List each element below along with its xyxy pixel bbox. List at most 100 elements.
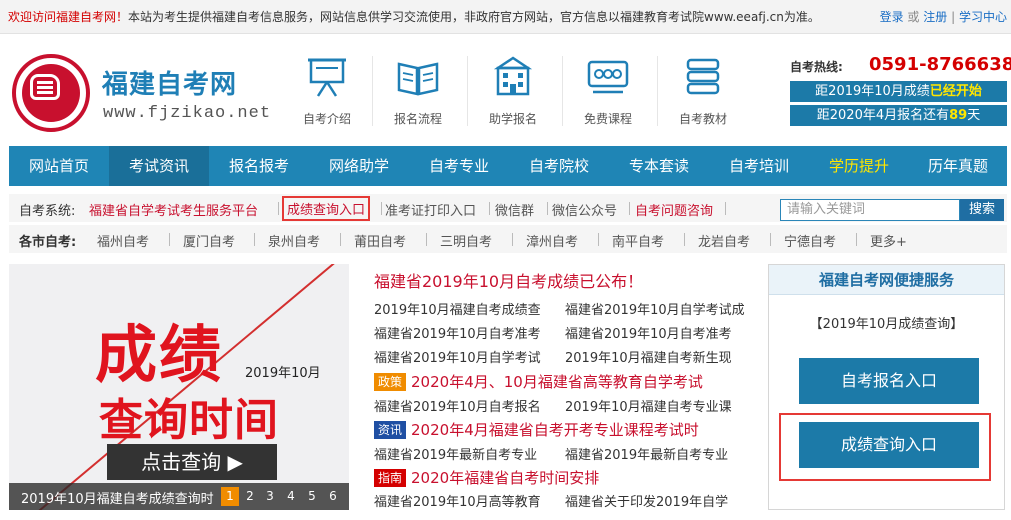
news-item[interactable]: 福建省2019年10月自学考试成 [565,299,745,318]
hotline-number: 0591-87666380 [869,54,1011,75]
news-item[interactable]: 福建省关于印发2019年自学 [565,491,745,510]
fist-icon [30,74,60,100]
wechat-official-link[interactable]: 微信公众号 [552,200,617,219]
site-name[interactable]: 福建自考网 [102,64,237,101]
nav-online-assist[interactable]: 网络助学 [309,146,409,186]
link-divider [169,233,170,246]
city-link-fuzhou[interactable]: 福州自考 [97,231,149,250]
score-query-entry-button[interactable]: 成绩查询入口 [799,422,979,468]
candidate-platform-link[interactable]: 福建省自学考试考生服务平台 [89,200,258,219]
countdown-text: 距2020年4月报名还有 [816,108,950,123]
quick-link-free-course[interactable]: 免费课程 [562,52,654,132]
slide-dot-4[interactable]: 4 [282,487,300,506]
site-logo-seal[interactable] [12,54,90,132]
city-link-more[interactable]: 更多+ [870,231,907,250]
score-query-banner[interactable]: 成绩 2019年10月 查询时间 点击查询 ▶ 2019年10月福建自考成绩查询… [9,264,349,510]
slide-dot-3[interactable]: 3 [261,487,279,506]
link-divider [856,233,857,246]
quick-link-process[interactable]: 报名流程 [372,52,464,132]
city-link-sanming[interactable]: 三明自考 [440,231,492,250]
book-stack-icon [686,58,720,95]
news-headline[interactable]: 福建省2019年10月自考成绩已公布！ [374,268,643,292]
quick-link-textbook[interactable]: 自考教材 [657,52,749,132]
news-item[interactable]: 2019年10月福建自考新生现 [565,347,745,366]
nav-majors[interactable]: 自考专业 [409,146,509,186]
nav-past-papers[interactable]: 历年真题 [909,146,1007,186]
nav-registration[interactable]: 报名报考 [209,146,309,186]
or-text: 或 [907,10,920,24]
quick-link-enroll[interactable]: 助学报名 [467,52,559,132]
site-notice: 欢迎访问福建自考网！本站为考生提供福建自考信息服务，网站信息供学习交流使用，非政… [8,8,820,25]
quick-service-panel: 福建自考网便捷服务 【2019年10月成绩查询】 自考报名入口 成绩查询入口 [768,264,1005,510]
banner-caption-bar: 2019年10月福建自考成绩查询时 1 2 3 4 5 6 [9,483,349,510]
school-building-icon [493,56,533,96]
welcome-text: 欢迎访问福建自考网！ [8,10,129,24]
link-divider [512,233,513,246]
countdown-text: 距2019年10月成绩 [815,84,930,99]
study-center-link[interactable]: 学习中心 [959,10,1007,24]
info-headline[interactable]: 资讯 2020年4月福建省自考开考专业课程考试时 [374,419,699,440]
open-book-icon [397,62,439,96]
consultation-link[interactable]: 自考问题咨询 [635,200,713,219]
easel-icon [308,58,346,97]
news-item[interactable]: 福建省2019年最新自考专业 [565,444,745,463]
registration-countdown: 距2020年4月报名还有89天 [790,105,1007,126]
score-query-link[interactable]: 成绩查询入口 [282,196,371,221]
link-divider [770,233,771,246]
city-link-longyan[interactable]: 龙岩自考 [698,231,750,250]
news-item[interactable]: 2019年10月福建自考专业课 [565,396,745,415]
guide-tag: 指南 [374,469,407,487]
link-divider [340,233,341,246]
quick-link-label: 自考教材 [678,112,727,126]
city-link-quanzhou[interactable]: 泉州自考 [268,231,320,250]
banner-caption: 2019年10月福建自考成绩查询时 [21,492,214,507]
system-label: 自考系统: [19,204,76,219]
banner-cta-button[interactable]: 点击查询 ▶ [107,444,277,480]
guide-headline[interactable]: 指南 2020年福建省自考时间安排 [374,467,599,488]
news-item[interactable]: 福建省2019年10月自考准考 [565,323,745,342]
admission-ticket-link[interactable]: 准考证打印入口 [385,200,476,219]
quick-link-label: 免费课程 [583,112,632,126]
city-links-row: 各市自考: 福州自考 厦门自考 泉州自考 莆田自考 三明自考 漳州自考 南平自考… [9,225,1007,253]
search-button[interactable]: 搜索 [960,199,1004,221]
quick-link-intro[interactable]: 自考介绍 [281,52,373,132]
link-divider: | [951,10,956,24]
site-url: www.fjzikao.net [103,104,272,123]
nav-home[interactable]: 网站首页 [9,146,109,186]
nav-colleges[interactable]: 自考院校 [509,146,609,186]
city-link-ningde[interactable]: 宁德自考 [784,231,836,250]
slide-dot-6[interactable]: 6 [324,487,342,506]
register-link[interactable]: 注册 [923,10,947,24]
city-link-putian[interactable]: 莆田自考 [354,231,406,250]
news-item[interactable]: 福建省2019年10月高等教育 [374,491,558,510]
login-link[interactable]: 登录 [880,10,904,24]
wechat-group-link[interactable]: 微信群 [495,200,534,219]
news-item[interactable]: 2019年10月福建自考成绩查 [374,299,558,318]
search-input[interactable]: 请输入关键词 [780,199,960,221]
slide-dot-2[interactable]: 2 [241,487,259,506]
link-divider [725,202,726,215]
news-item[interactable]: 福建省2019年10月自考准考 [374,323,558,342]
registration-entry-button[interactable]: 自考报名入口 [799,358,979,404]
nav-training[interactable]: 自考培训 [709,146,809,186]
nav-degree-upgrade[interactable]: 学历提升 [809,146,909,186]
slide-dot-1[interactable]: 1 [221,487,239,506]
news-item[interactable]: 福建省2019年10月自考报名 [374,396,558,415]
city-link-zhangzhou[interactable]: 漳州自考 [526,231,578,250]
city-link-xiamen[interactable]: 厦门自考 [183,231,235,250]
main-nav: 网站首页 考试资讯 报名报考 网络助学 自考专业 自考院校 专本套读 自考培训 … [9,146,1007,186]
nav-combined-degree[interactable]: 专本套读 [609,146,709,186]
policy-headline[interactable]: 政策 2020年4月、10月福建省高等教育自学考试 [374,371,703,392]
nav-exam-news[interactable]: 考试资讯 [109,146,209,186]
site-header: 福建自考网 www.fjzikao.net 自考介绍 报名流程 助学报名 免费课… [0,34,1011,146]
guide-title: 2020年福建省自考时间安排 [411,469,600,487]
hotline-label: 自考热线: [790,60,843,74]
slide-dot-5[interactable]: 5 [303,487,321,506]
city-link-nanping[interactable]: 南平自考 [612,231,664,250]
news-item[interactable]: 福建省2019年10月自学考试 [374,347,558,366]
news-item[interactable]: 福建省2019年最新自考专业 [374,444,558,463]
account-links: 登录 或 注册 | 学习中心 [880,8,1007,25]
link-divider [629,202,630,215]
link-divider [684,233,685,246]
link-divider [598,233,599,246]
